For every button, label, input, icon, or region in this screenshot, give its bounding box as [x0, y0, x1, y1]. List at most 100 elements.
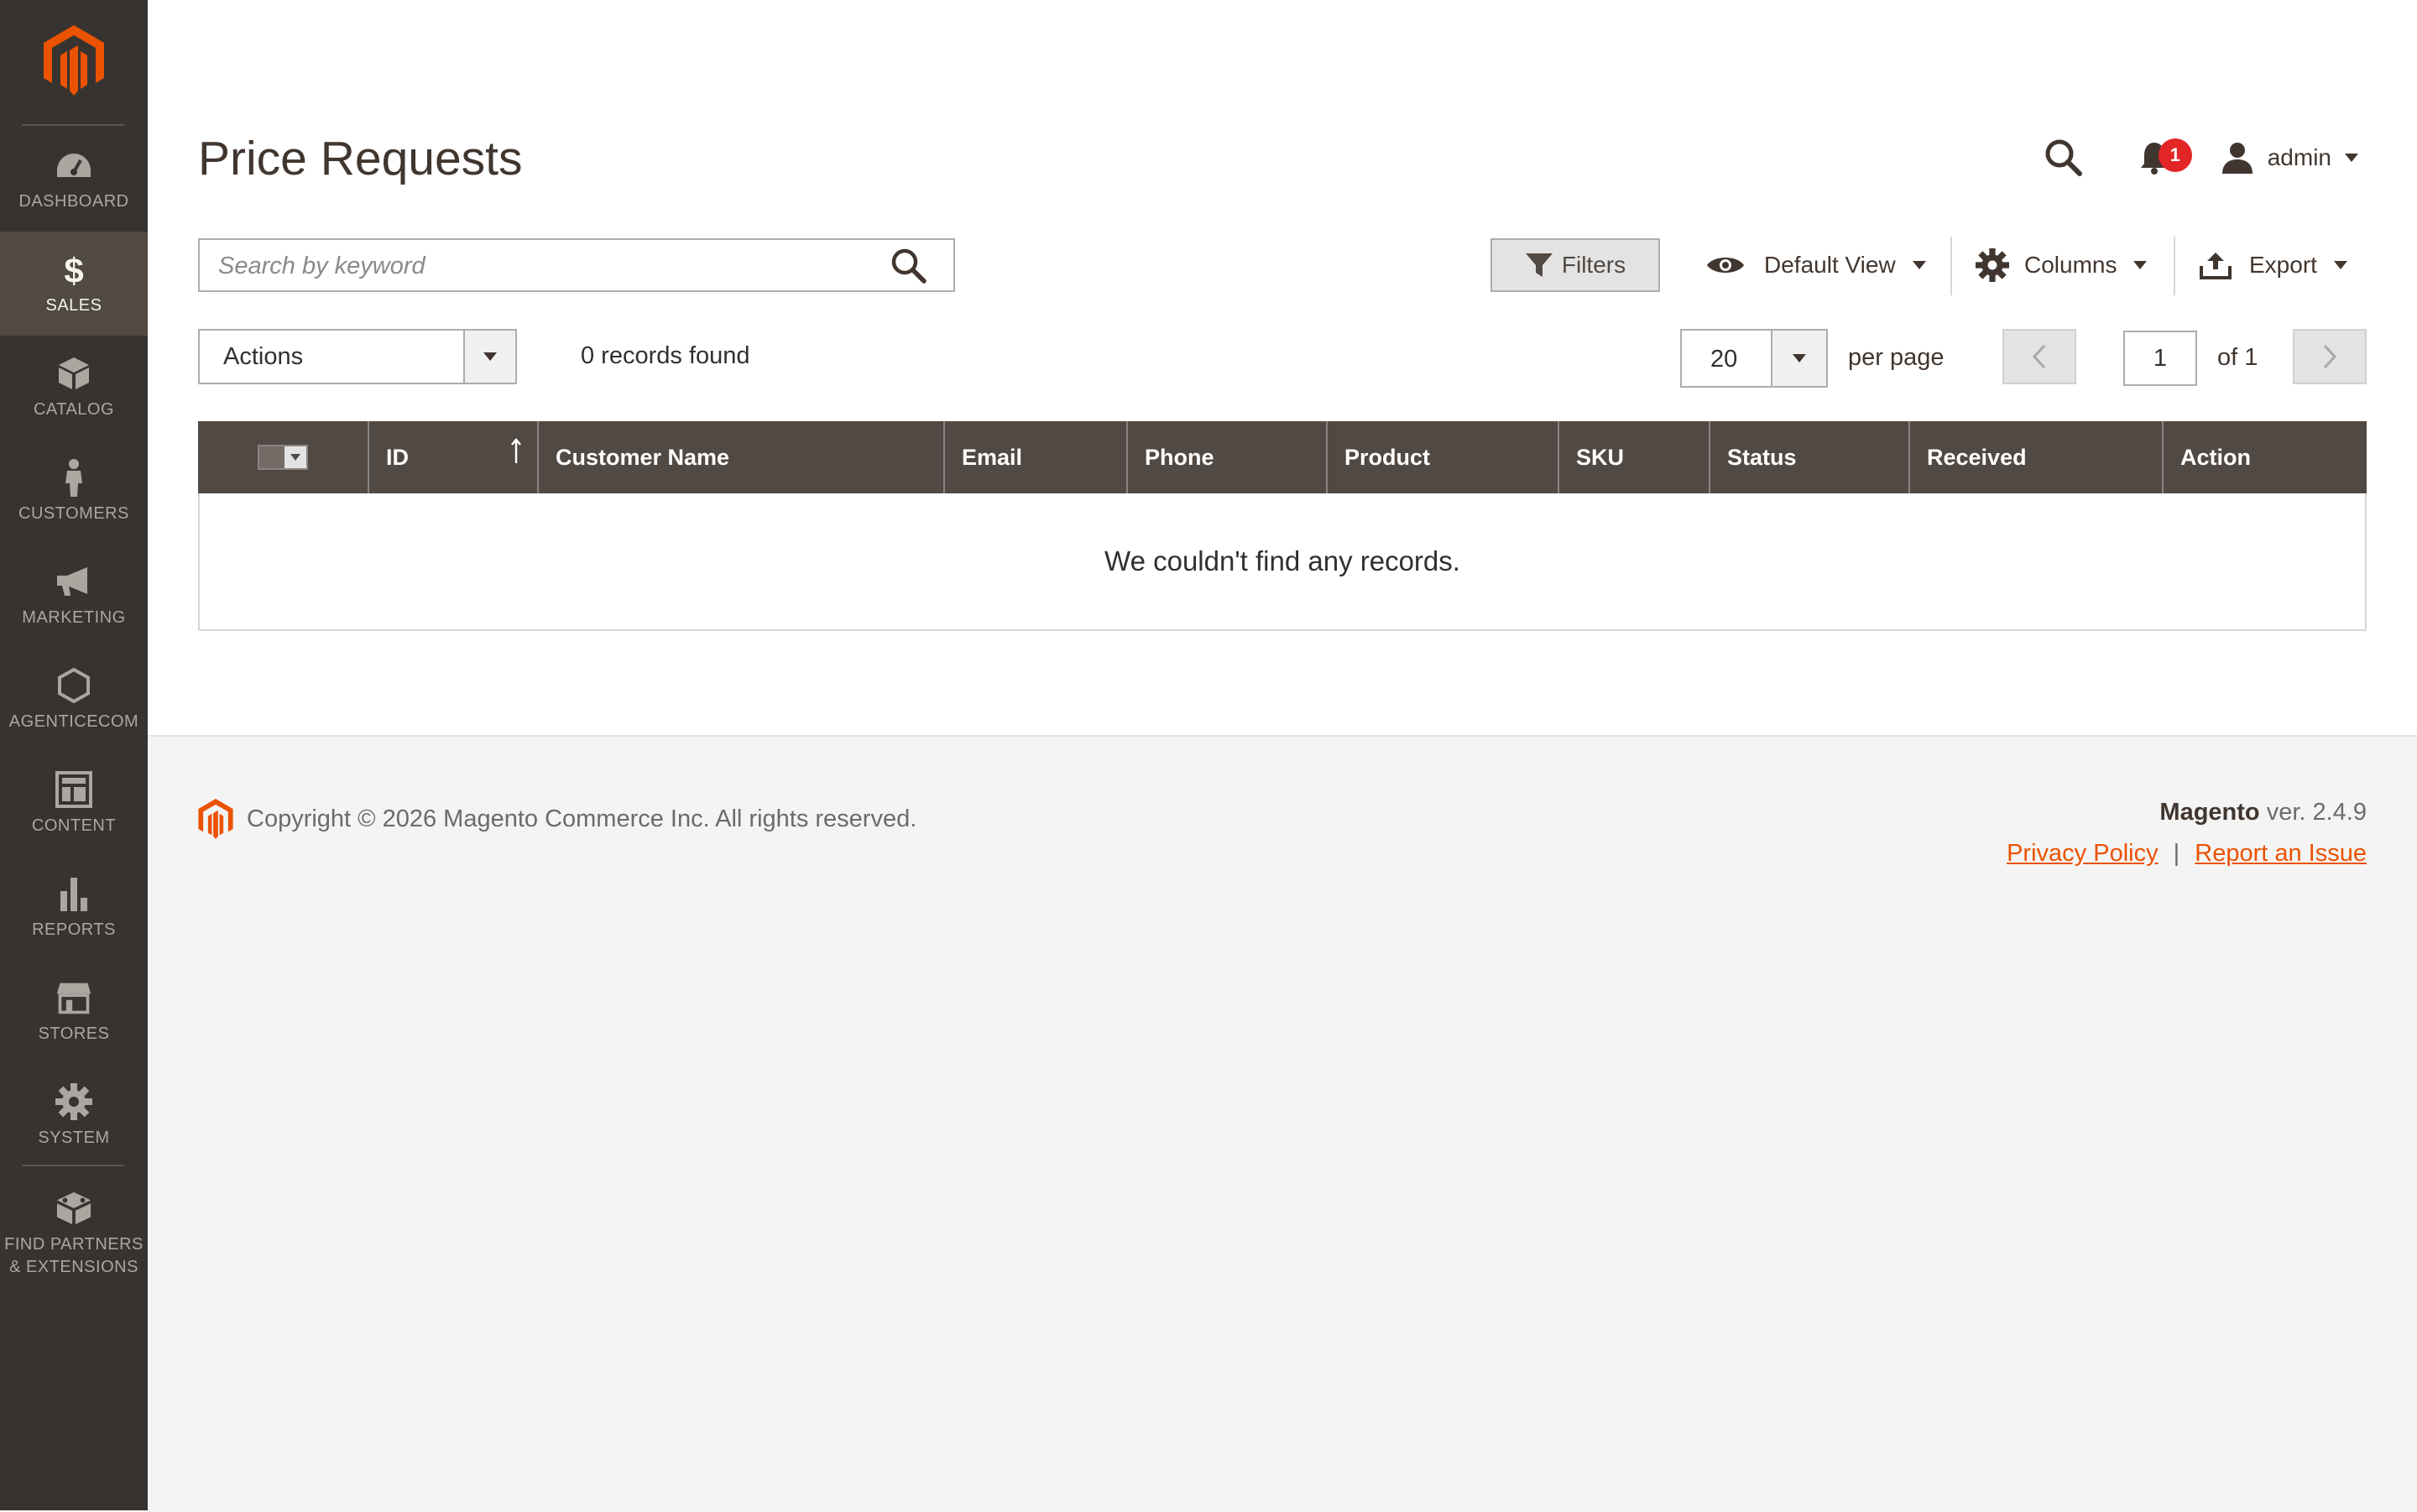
sidebar-item-catalog[interactable]: CATALOG: [0, 336, 148, 440]
footer-copyright: Copyright © 2026 Magento Commerce Inc. A…: [198, 799, 916, 839]
notifications-button[interactable]: 1: [2133, 137, 2192, 179]
keyword-search-submit[interactable]: [890, 247, 928, 285]
filters-label: Filters: [1561, 252, 1626, 278]
column-header-action: Action: [2164, 421, 2367, 493]
magento-logo-icon: [198, 799, 233, 839]
previous-page-button[interactable]: [2002, 329, 2076, 384]
dollar-icon: $: [55, 251, 92, 288]
column-header-sku[interactable]: SKU: [1559, 421, 1710, 493]
current-page-input[interactable]: [2123, 331, 2197, 386]
column-header-label: Status: [1727, 444, 1797, 470]
page-title: Price Requests: [198, 132, 523, 185]
sidebar-item-sales[interactable]: $ SALES: [0, 232, 148, 336]
mass-actions-toggle[interactable]: [463, 331, 515, 383]
sidebar-item-agenticecom[interactable]: AGENTICECOM: [0, 648, 148, 752]
extensions-icon: [55, 1190, 92, 1227]
magento-logo[interactable]: [0, 25, 148, 99]
footer-links: Privacy Policy | Report an Issue: [2007, 840, 2367, 868]
records-found: 0 records found: [581, 342, 750, 369]
sidebar-item-dashboard[interactable]: DASHBOARD: [0, 128, 148, 232]
page-footer: Copyright © 2026 Magento Commerce Inc. A…: [148, 735, 2417, 1512]
admin-user-name: admin: [2267, 144, 2331, 170]
hexagon-icon: [55, 667, 92, 704]
gear-icon: [55, 1082, 92, 1120]
privacy-policy-link[interactable]: Privacy Policy: [2007, 840, 2159, 867]
keyword-search-input[interactable]: [200, 240, 891, 292]
sidebar-item-stores[interactable]: STORES: [0, 960, 148, 1064]
bar-chart-icon: [55, 875, 92, 912]
search-icon: [891, 248, 927, 284]
chevron-right-icon: [2323, 344, 2337, 369]
column-header-email[interactable]: Email: [945, 421, 1128, 493]
footer-separator: |: [2173, 840, 2180, 867]
mass-select-checkbox[interactable]: [258, 445, 308, 470]
next-page-button[interactable]: [2293, 329, 2367, 384]
column-header-id[interactable]: ID: [369, 421, 539, 493]
column-header-status[interactable]: Status: [1710, 421, 1910, 493]
store-icon: [55, 979, 92, 1016]
footer-meta: Magento ver. 2.4.9 Privacy Policy | Repo…: [2007, 799, 2367, 868]
person-icon: [55, 458, 92, 497]
admin-user-menu[interactable]: admin: [2221, 142, 2358, 174]
per-page-dropdown[interactable]: 20: [1680, 329, 1828, 388]
sidebar-item-customers[interactable]: CUSTOMERS: [0, 440, 148, 544]
chevron-down-icon: [1793, 354, 1806, 362]
mass-select-column[interactable]: [198, 421, 369, 493]
column-header-label: ID: [386, 444, 409, 470]
sidebar-item-label: CUSTOMERS: [18, 503, 129, 523]
report-issue-link[interactable]: Report an Issue: [2195, 840, 2367, 867]
chevron-down-icon: [2333, 261, 2347, 269]
column-header-label: Email: [962, 444, 1023, 470]
admin-sidebar: DASHBOARD $ SALES CATALOG CUSTOMERS MARK…: [0, 0, 148, 1510]
chevron-down-icon: [1912, 261, 1926, 269]
sidebar-item-label: AGENTICECOM: [8, 712, 139, 731]
export-icon: [2200, 253, 2232, 279]
export-control[interactable]: Export: [2199, 238, 2347, 292]
toolbar-divider: [1950, 237, 1952, 295]
svg-text:$: $: [64, 251, 83, 288]
global-search-button[interactable]: [2043, 137, 2085, 179]
sidebar-item-system[interactable]: SYSTEM: [0, 1064, 148, 1168]
sidebar-divider: [22, 124, 124, 126]
column-header-label: SKU: [1576, 444, 1625, 470]
sidebar-item-marketing[interactable]: MARKETING: [0, 544, 148, 648]
filters-button[interactable]: Filters: [1490, 238, 1660, 292]
sidebar-item-find-partners[interactable]: FIND PARTNERS & EXTENSIONS: [0, 1171, 148, 1297]
column-header-label: Customer Name: [556, 444, 730, 470]
per-page-label: per page: [1848, 344, 1945, 371]
column-header-customer-name[interactable]: Customer Name: [539, 421, 945, 493]
sidebar-item-label: DASHBOARD: [18, 191, 129, 211]
column-header-label: Received: [1927, 444, 2027, 470]
sidebar-item-label: MARKETING: [22, 607, 126, 627]
column-header-product[interactable]: Product: [1328, 421, 1559, 493]
main-content: Price Requests 1 admin Filters Default V…: [148, 0, 2417, 735]
mass-actions-dropdown[interactable]: Actions: [198, 329, 517, 384]
chevron-down-icon: [483, 352, 497, 361]
eye-icon: [1707, 258, 1744, 273]
chevron-left-icon: [2032, 344, 2046, 369]
megaphone-icon: [55, 563, 92, 600]
price-requests-grid: ID Customer Name Email Phone Product SKU…: [198, 421, 2367, 631]
column-header-label: Action: [2180, 444, 2251, 470]
funnel-icon: [1525, 253, 1553, 278]
user-icon: [2221, 143, 2253, 174]
brand-name: Magento: [2159, 799, 2260, 826]
view-switcher[interactable]: Default View: [1705, 238, 1926, 292]
sort-ascending-icon: [511, 438, 521, 463]
column-header-received[interactable]: Received: [1910, 421, 2164, 493]
view-label: Default View: [1764, 252, 1896, 278]
sidebar-item-content[interactable]: CONTENT: [0, 752, 148, 856]
sidebar-item-label: STORES: [38, 1024, 110, 1043]
columns-control[interactable]: Columns: [1976, 238, 2148, 292]
per-page-toggle[interactable]: [1771, 331, 1826, 386]
sidebar-item-label: FIND PARTNERS & EXTENSIONS: [4, 1235, 144, 1276]
columns-label: Columns: [2024, 252, 2117, 278]
column-header-phone[interactable]: Phone: [1128, 421, 1328, 493]
sidebar-item-label: SYSTEM: [38, 1128, 110, 1147]
keyword-search: [198, 238, 955, 292]
column-header-label: Phone: [1145, 444, 1214, 470]
sidebar-item-reports[interactable]: REPORTS: [0, 856, 148, 960]
box-icon: [55, 355, 92, 392]
magento-logo-icon: [44, 25, 104, 96]
grid-header: ID Customer Name Email Phone Product SKU…: [198, 421, 2367, 493]
